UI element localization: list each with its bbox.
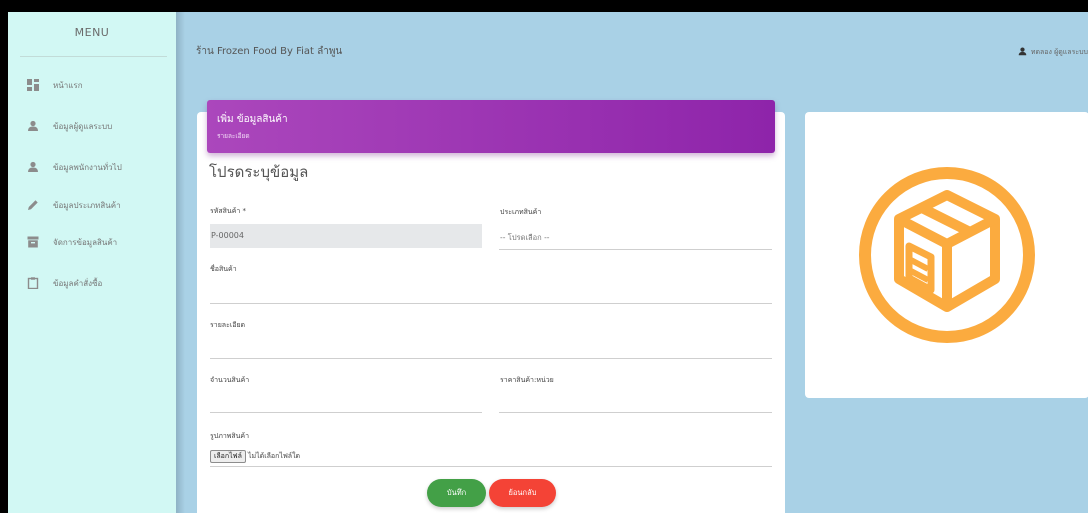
person-icon	[1018, 47, 1027, 58]
product-detail-input[interactable]	[210, 358, 772, 359]
form-heading: โปรดระบุข้อมูล	[209, 163, 309, 181]
quantity-input[interactable]	[210, 412, 482, 413]
sidebar-item-label: ข้อมูลประเภทสินค้า	[53, 200, 121, 210]
image-underline	[210, 466, 772, 467]
app-frame: MENU หน้าแรก ข้อมูลผู้ดูแลระบบ ข้อมูลพนั…	[8, 12, 1088, 513]
pencil-icon	[26, 199, 39, 212]
product-code-field	[210, 224, 482, 248]
user-name: ทดลอง ผู้ดูแลระบบ	[1030, 48, 1088, 56]
sidebar-item-label: ข้อมูลพนักงานทั่วไป	[53, 162, 122, 172]
quantity-label: จำนวนสินค้า	[210, 376, 250, 384]
sidebar-item-label: จัดการข้อมูลสินค้า	[53, 237, 118, 247]
person-icon	[26, 120, 39, 133]
no-file-text: ไม่ได้เลือกไฟล์ใด	[248, 452, 301, 460]
price-input[interactable]	[499, 412, 772, 413]
product-code-label: รหัสสินค้า *	[210, 207, 247, 215]
person-icon	[26, 161, 39, 174]
menu-title: MENU	[74, 26, 110, 39]
price-label: ราคาสินค้า:หน่วย	[500, 376, 554, 384]
store-title: ร้าน Frozen Food By Fiat ลำพูน	[196, 46, 343, 57]
image-label: รูปภาพสินค้า	[210, 432, 250, 440]
product-image-card	[805, 112, 1088, 398]
sidebar-item-label: หน้าแรก	[53, 80, 83, 90]
card-title: เพิ่ม ข้อมูลสินค้า	[217, 114, 288, 125]
menu-divider	[20, 56, 167, 57]
product-name-input[interactable]	[210, 303, 772, 304]
sidebar: MENU หน้าแรก ข้อมูลผู้ดูแลระบบ ข้อมูลพนั…	[8, 12, 176, 513]
save-button[interactable]: บันทึก	[427, 479, 486, 507]
box-icon	[859, 167, 1035, 343]
sidebar-item-label: ข้อมูลผู้ดูแลระบบ	[53, 121, 113, 131]
back-button[interactable]: ย้อนกลับ	[489, 479, 556, 507]
user-menu[interactable]: ทดลอง ผู้ดูแลระบบ	[1018, 47, 1088, 58]
dashboard-icon	[26, 79, 39, 92]
product-code-value: P-00004	[211, 231, 244, 240]
sidebar-shadow	[176, 12, 185, 513]
product-name-label: ชื่อสินค้า	[210, 265, 237, 273]
card-header: เพิ่ม ข้อมูลสินค้า รายละเอียด	[207, 100, 775, 153]
card-subtitle: รายละเอียด	[217, 132, 250, 140]
sidebar-item-admins[interactable]: ข้อมูลผู้ดูแลระบบ	[26, 115, 171, 137]
category-label: ประเภทสินค้า	[500, 208, 542, 216]
choose-file-button[interactable]: เลือกไฟล์	[210, 450, 246, 463]
category-select[interactable]: -- โปรดเลือก --	[500, 232, 550, 244]
category-underline	[499, 249, 772, 250]
sidebar-item-orders[interactable]: ข้อมูลคำสั่งซื้อ	[26, 272, 171, 294]
product-detail-label: รายละเอียด	[210, 321, 246, 329]
archive-icon	[26, 236, 39, 249]
sidebar-item-label: ข้อมูลคำสั่งซื้อ	[53, 278, 103, 288]
sidebar-item-home[interactable]: หน้าแรก	[26, 74, 171, 96]
clipboard-icon	[26, 277, 39, 290]
sidebar-item-employees[interactable]: ข้อมูลพนักงานทั่วไป	[26, 156, 171, 178]
sidebar-item-products[interactable]: จัดการข้อมูลสินค้า	[26, 231, 171, 253]
sidebar-item-categories[interactable]: ข้อมูลประเภทสินค้า	[26, 194, 171, 216]
